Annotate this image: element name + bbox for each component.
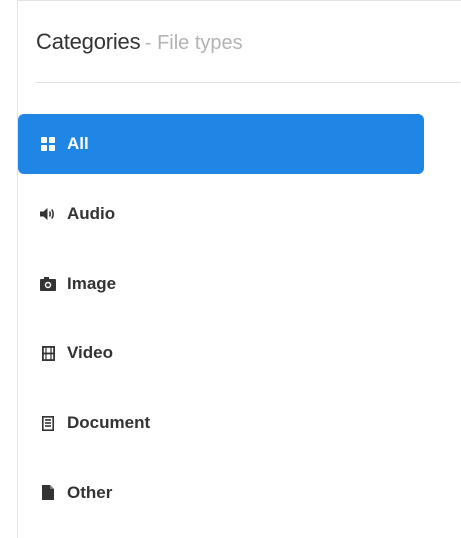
panel-header: Categories - File types xyxy=(36,29,460,83)
category-label-document: Document xyxy=(67,413,151,433)
file-icon xyxy=(40,485,56,501)
film-icon xyxy=(40,345,56,361)
category-label-image: Image xyxy=(67,273,117,293)
category-menu: All Audio Image Video Document Other xyxy=(18,114,424,533)
panel-subtitle: - File types xyxy=(144,32,243,54)
category-item-other[interactable]: Other xyxy=(18,463,424,523)
category-label-other: Other xyxy=(67,482,113,502)
category-item-all[interactable]: All xyxy=(18,114,424,174)
camera-icon xyxy=(40,276,56,292)
category-label-all: All xyxy=(67,134,89,153)
panel-title: Categories xyxy=(36,29,141,54)
category-label-video: Video xyxy=(67,343,113,363)
speaker-icon xyxy=(40,206,56,222)
category-item-audio[interactable]: Audio xyxy=(18,184,424,244)
category-item-image[interactable]: Image xyxy=(18,254,424,314)
document-icon xyxy=(40,415,56,431)
category-item-document[interactable]: Document xyxy=(18,393,424,453)
category-item-video[interactable]: Video xyxy=(18,323,424,383)
category-label-audio: Audio xyxy=(67,203,116,223)
grid-icon xyxy=(40,136,56,152)
